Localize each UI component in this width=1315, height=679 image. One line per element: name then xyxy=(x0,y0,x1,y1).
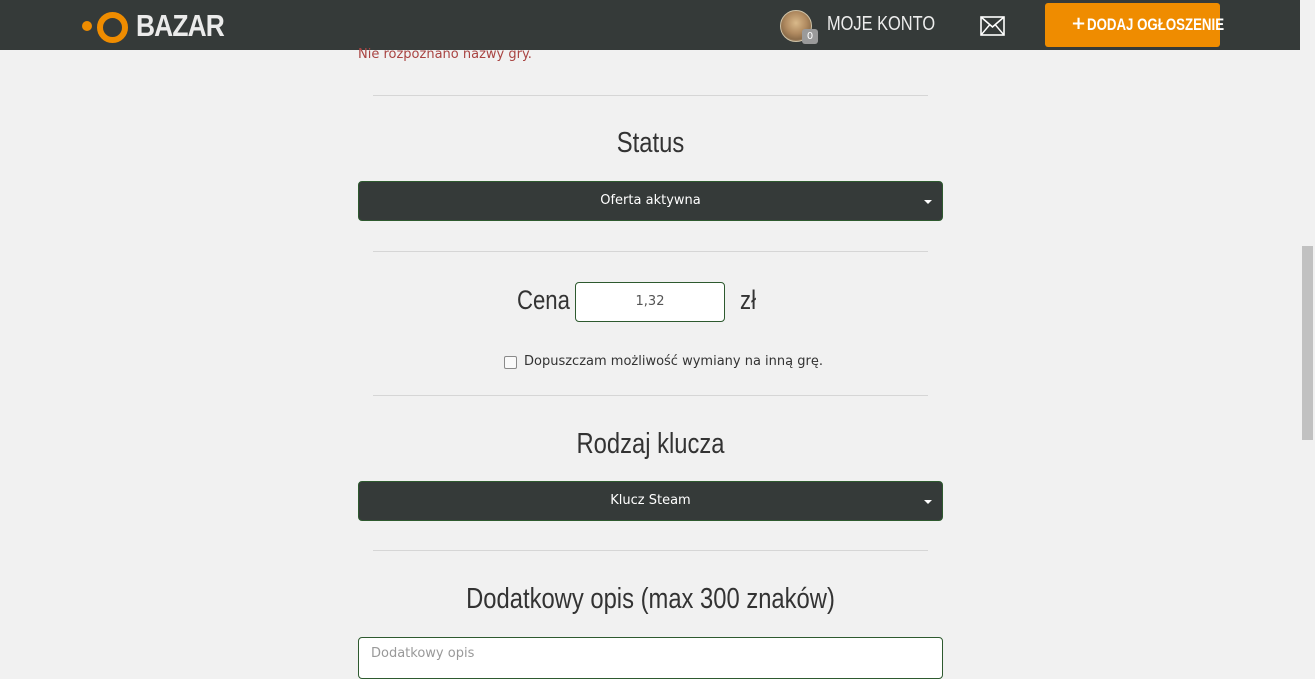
key-type-select[interactable]: Klucz Steam xyxy=(358,481,943,521)
my-account-link[interactable]: MOJE KONTO xyxy=(827,13,935,36)
description-placeholder: Dodatkowy opis xyxy=(371,646,475,661)
key-type-title: Rodzaj klucza xyxy=(576,428,725,460)
mail-icon[interactable] xyxy=(980,16,1005,36)
status-select[interactable]: Oferta aktywna xyxy=(358,181,943,221)
divider xyxy=(373,550,928,551)
logo-dot-icon xyxy=(82,21,92,31)
exchange-checkbox-label[interactable]: Dopuszczam możliwość wymiany na inną grę… xyxy=(524,354,823,369)
plus-icon: + xyxy=(1071,13,1087,34)
key-type-selected-value: Klucz Steam xyxy=(610,493,691,508)
add-listing-label: DODAJ OGŁOSZENIE xyxy=(1087,15,1225,34)
exchange-checkbox[interactable] xyxy=(504,356,517,369)
description-textarea[interactable]: Dodatkowy opis xyxy=(358,637,943,679)
caret-down-icon xyxy=(924,200,932,204)
status-title: Status xyxy=(616,127,685,159)
logo-ring-icon xyxy=(97,12,128,43)
top-navbar: BAZAR 0 MOJE KONTO + DODAJ OGŁOSZENIE xyxy=(0,0,1300,50)
price-label: Cena xyxy=(517,285,570,315)
divider xyxy=(373,395,928,396)
game-name-error: Nie rozpoznano nazwy gry. xyxy=(358,47,532,62)
caret-down-icon xyxy=(924,500,932,504)
page-scrollbar[interactable] xyxy=(1300,0,1315,653)
price-input[interactable]: 1,32 xyxy=(575,282,725,322)
logo-text: BAZAR xyxy=(136,8,225,43)
divider xyxy=(373,95,928,96)
add-listing-button[interactable]: + DODAJ OGŁOSZENIE xyxy=(1045,3,1224,47)
description-title: Dodatkowy opis (max 300 znaków) xyxy=(466,583,835,615)
scrollbar-thumb[interactable] xyxy=(1302,246,1313,440)
currency-label: zł xyxy=(740,285,756,315)
status-selected-value: Oferta aktywna xyxy=(600,193,701,208)
notification-count-badge: 0 xyxy=(802,29,818,44)
divider xyxy=(373,251,928,252)
